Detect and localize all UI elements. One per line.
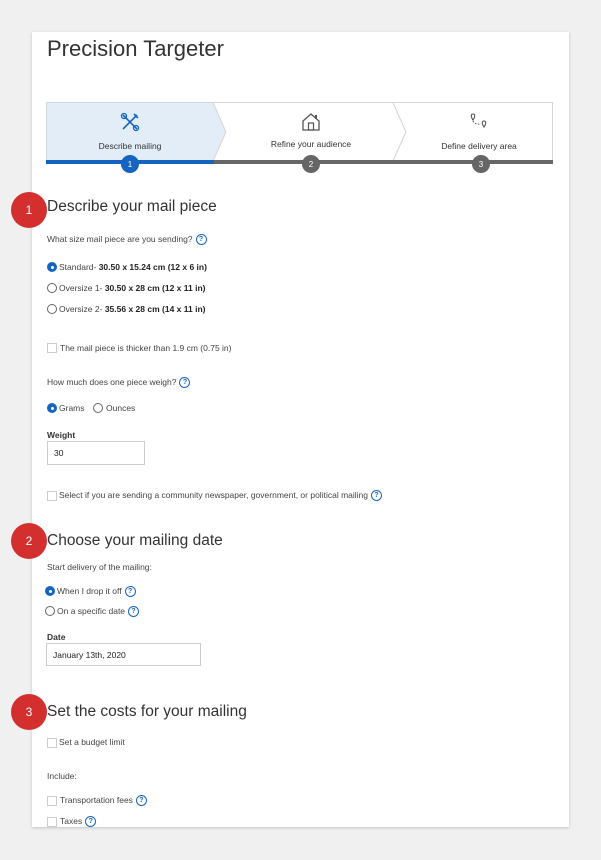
weigh-question: How much does one piece weigh??: [47, 377, 191, 389]
include-label: Include:: [47, 771, 77, 781]
date-label: Date: [47, 632, 66, 642]
drop-off-label[interactable]: When I drop it off?: [57, 586, 136, 598]
thick-checkbox[interactable]: [47, 343, 57, 353]
help-icon[interactable]: ?: [128, 606, 140, 618]
section-1-heading: Describe your mail piece: [47, 198, 217, 215]
community-label: Select if you are sending a community ne…: [59, 490, 382, 502]
size-oversize-2-label[interactable]: Oversize 2- 35.56 x 28 cm (14 x 11 in): [59, 304, 205, 314]
route-icon: [470, 113, 487, 128]
step-rest-bar: [214, 160, 553, 164]
budget-checkbox[interactable]: [47, 738, 57, 748]
size-question: What size mail piece are you sending??: [47, 234, 207, 246]
help-icon[interactable]: ?: [195, 234, 207, 246]
date-input[interactable]: January 13th, 2020: [46, 643, 201, 666]
section-2-badge: 2: [11, 523, 47, 559]
radio-oversize-1[interactable]: [47, 283, 57, 293]
start-delivery-label: Start delivery of the mailing:: [47, 562, 152, 572]
radio-ounces[interactable]: [93, 403, 103, 413]
step-1-number: 1: [121, 155, 139, 173]
budget-label: Set a budget limit: [59, 737, 125, 747]
step-label-describe[interactable]: Describe mailing: [50, 141, 210, 151]
section-1-badge: 1: [11, 192, 47, 228]
tools-icon: [120, 112, 140, 132]
help-icon[interactable]: ?: [371, 490, 382, 502]
step-label-delivery[interactable]: Define delivery area: [399, 141, 559, 151]
section-3-badge: 3: [11, 694, 47, 730]
page-title: Precision Targeter: [47, 36, 224, 61]
step-3-number: 3: [472, 155, 490, 173]
weight-label: Weight: [47, 430, 76, 440]
radio-drop-off[interactable]: [45, 586, 55, 596]
taxes-label: Taxes?: [60, 816, 97, 828]
help-icon[interactable]: ?: [179, 377, 191, 389]
step-2-number: 2: [302, 155, 320, 173]
radio-standard[interactable]: [47, 262, 57, 272]
help-icon[interactable]: ?: [124, 586, 136, 598]
section-2-heading: Choose your mailing date: [47, 532, 223, 549]
taxes-checkbox[interactable]: [47, 817, 57, 827]
house-icon: [302, 113, 320, 131]
weight-input[interactable]: 30: [47, 441, 145, 465]
help-icon[interactable]: ?: [135, 795, 147, 807]
thick-label: The mail piece is thicker than 1.9 cm (0…: [60, 343, 232, 353]
specific-date-label[interactable]: On a specific date?: [57, 606, 140, 618]
transport-checkbox[interactable]: [47, 796, 57, 806]
size-standard-label[interactable]: Standard- 30.50 x 15.24 cm (12 x 6 in): [59, 262, 207, 272]
transport-label: Transportation fees?: [60, 795, 147, 807]
grams-label[interactable]: Grams: [59, 403, 85, 413]
radio-grams[interactable]: [47, 403, 57, 413]
size-oversize-1-label[interactable]: Oversize 1- 30.50 x 28 cm (12 x 11 in): [59, 283, 205, 293]
ounces-label[interactable]: Ounces: [106, 403, 135, 413]
help-icon[interactable]: ?: [85, 816, 97, 828]
radio-oversize-2[interactable]: [47, 304, 57, 314]
community-checkbox[interactable]: [47, 491, 57, 501]
radio-specific-date[interactable]: [45, 606, 55, 616]
section-3-heading: Set the costs for your mailing: [47, 703, 247, 720]
step-label-refine[interactable]: Refine your audience: [231, 139, 391, 149]
